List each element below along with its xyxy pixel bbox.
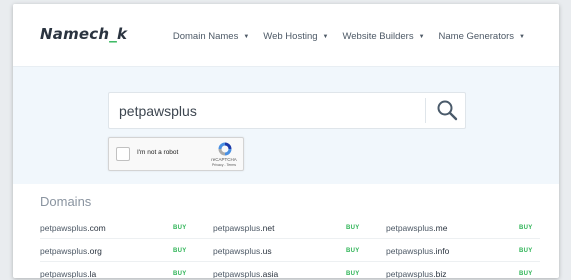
domains-grid: petpawsplus.com BUY petpawsplus.net BUY …: [40, 216, 540, 278]
domain-name[interactable]: petpawsplus.us: [213, 246, 272, 258]
domain-tld: .info: [433, 246, 450, 256]
nav-web-hosting[interactable]: Web Hosting ▼: [263, 31, 328, 42]
domain-base: petpawsplus: [213, 246, 261, 256]
domain-base: petpawsplus: [386, 269, 434, 278]
search-icon: [437, 100, 458, 121]
search-section: I'm not a robot reCAPTCHA Privacy - Term…: [13, 66, 559, 184]
site-header: Namech_k Domain Names ▼ Web Hosting ▼ Webs…: [13, 4, 559, 66]
domain-tld: .la: [87, 269, 97, 278]
page-card: Namech_k Domain Names ▼ Web Hosting ▼ Webs…: [13, 4, 559, 278]
recaptcha-logo-icon: [218, 142, 232, 156]
nav-label: Domain Names: [172, 31, 239, 42]
search-divider: [425, 98, 426, 123]
table-row: petpawsplus.la BUY petpawsplus.asia BUY …: [40, 262, 540, 278]
recaptcha-label: I'm not a robot: [137, 149, 179, 156]
nav-label: Web Hosting: [263, 31, 318, 42]
domain-tld: .me: [433, 223, 448, 233]
buy-button[interactable]: BUY: [173, 248, 187, 260]
table-row: petpawsplus.org BUY petpawsplus.us BUY p…: [40, 239, 540, 262]
search-input[interactable]: [119, 93, 419, 128]
recaptcha-links[interactable]: Privacy - Terms: [206, 163, 242, 167]
recaptcha-widget: I'm not a robot reCAPTCHA Privacy - Term…: [108, 137, 244, 171]
search-box: [108, 92, 466, 129]
domain-tld: .net: [260, 223, 275, 233]
buy-button[interactable]: BUY: [173, 271, 187, 278]
search-button[interactable]: [429, 93, 465, 128]
recaptcha-brand: reCAPTCHA: [211, 157, 237, 162]
domain-name[interactable]: petpawsplus.org: [40, 246, 102, 258]
buy-button[interactable]: BUY: [519, 248, 533, 260]
domain-name[interactable]: petpawsplus.info: [386, 246, 449, 258]
logo-main: Namech: [40, 25, 110, 43]
nav-name-generators[interactable]: Name Generators ▼: [439, 31, 525, 42]
logo-accent: _: [109, 25, 117, 43]
domain-name[interactable]: petpawsplus.asia: [213, 269, 278, 278]
buy-button[interactable]: BUY: [519, 225, 533, 237]
domain-base: petpawsplus: [213, 223, 261, 233]
buy-button[interactable]: BUY: [173, 225, 187, 237]
buy-button[interactable]: BUY: [346, 248, 360, 260]
domain-tld: .asia: [260, 269, 279, 278]
recaptcha-checkbox[interactable]: [116, 147, 130, 161]
caret-down-icon: ▼: [322, 33, 329, 40]
nav-domain-names[interactable]: Domain Names ▼: [173, 31, 249, 42]
site-logo[interactable]: Namech_k: [40, 25, 127, 43]
main-nav: Domain Names ▼ Web Hosting ▼ Website Build…: [173, 31, 525, 42]
domain-base: petpawsplus: [213, 269, 261, 278]
domain-name[interactable]: petpawsplus.net: [213, 223, 274, 235]
caret-down-icon: ▼: [243, 33, 250, 40]
domain-tld: .us: [260, 246, 272, 256]
table-row: petpawsplus.com BUY petpawsplus.net BUY …: [40, 216, 540, 239]
domain-tld: .com: [87, 223, 106, 233]
domain-name[interactable]: petpawsplus.la: [40, 269, 96, 278]
domain-name[interactable]: petpawsplus.biz: [386, 269, 447, 278]
domain-base: petpawsplus: [40, 246, 88, 256]
buy-button[interactable]: BUY: [346, 225, 360, 237]
nav-label: Name Generators: [438, 31, 515, 42]
buy-button[interactable]: BUY: [346, 271, 360, 278]
domain-tld: .org: [87, 246, 102, 256]
domain-name[interactable]: petpawsplus.me: [386, 223, 447, 235]
domain-tld: .biz: [433, 269, 447, 278]
domain-base: petpawsplus: [40, 269, 88, 278]
domain-base: petpawsplus: [386, 223, 434, 233]
domain-base: petpawsplus: [40, 223, 88, 233]
nav-label: Website Builders: [342, 31, 414, 42]
logo-end: k: [116, 25, 128, 43]
nav-website-builders[interactable]: Website Builders ▼: [342, 31, 424, 42]
buy-button[interactable]: BUY: [519, 271, 533, 278]
domains-title: Domains: [40, 194, 92, 209]
caret-down-icon: ▼: [519, 33, 525, 40]
domain-base: petpawsplus: [386, 246, 434, 256]
domain-name[interactable]: petpawsplus.com: [40, 223, 106, 235]
caret-down-icon: ▼: [418, 33, 425, 40]
